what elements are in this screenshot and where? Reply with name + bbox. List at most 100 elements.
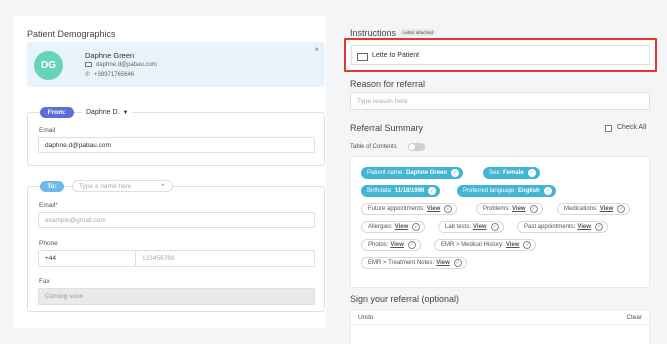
mail-icon	[85, 62, 92, 67]
letter-attachment[interactable]: Lette to Patient	[351, 45, 650, 65]
chip-label: EMR > Medical History:	[441, 242, 504, 248]
check-icon: ✓	[428, 187, 437, 195]
to-email-placeholder: example@gmail.com	[45, 216, 106, 224]
chip-label: Problems:	[483, 206, 511, 212]
chip-preferred-language[interactable]: Preferred language: English ✓	[457, 185, 556, 197]
from-user-value: Daphne D.	[86, 109, 120, 116]
chip-label: Photos:	[368, 242, 389, 248]
chip-lab-tests[interactable]: Lab tests: View ✓	[438, 221, 504, 233]
section-title-patient-demographics: Patient Demographics	[27, 29, 116, 39]
check-icon: ✓	[407, 241, 416, 249]
patient-email: daphne.d@pabau.com	[96, 62, 157, 69]
close-icon[interactable]: ×	[314, 45, 319, 54]
summary-chips-box: Patient name: Daphne Green ✓ Sex: Female ✓ B…	[350, 156, 650, 288]
patient-email-row: daphne.d@pabau.com	[85, 62, 157, 68]
to-email-label: Email*	[39, 202, 58, 209]
chip-label: Birthdate:	[367, 188, 393, 194]
chip-label: Future appointments:	[368, 206, 425, 212]
check-all-label: Check All	[617, 124, 647, 131]
to-fax-label: Fax	[39, 278, 50, 285]
to-email-input[interactable]: example@gmail.com	[38, 212, 315, 228]
chip-value: View	[426, 206, 441, 212]
chip-value: View	[505, 242, 520, 248]
avatar: DG	[34, 51, 63, 80]
check-icon: ✓	[490, 223, 499, 231]
chip-value: View	[436, 260, 450, 266]
patient-demographics-panel: Patient Demographics DG Daphne Green dap…	[13, 16, 326, 328]
signature-pad[interactable]: Undo Clear	[350, 309, 650, 344]
chip-label: Allergies:	[368, 224, 393, 230]
patient-phone-row: ✆ +38971765646	[85, 71, 134, 78]
chip-label: Sex:	[489, 170, 502, 176]
chip-future-appointments[interactable]: Future appointments: View ✓	[361, 203, 458, 215]
chip-value: View	[390, 242, 404, 248]
clear-button[interactable]: Clear	[626, 314, 642, 321]
chip-allergies[interactable]: Allergies: View ✓	[361, 221, 426, 233]
chip-label: Lab tests:	[445, 224, 472, 230]
check-icon: ✓	[594, 223, 603, 231]
chip-value: Female	[503, 170, 524, 176]
chip-value: View	[394, 224, 409, 230]
chip-label: Patient name:	[367, 170, 405, 176]
letter-label: Lette to Patient	[372, 51, 420, 59]
to-name-placeholder: Type a name here	[79, 182, 132, 190]
chevron-down-icon: ▼	[122, 109, 129, 116]
chip-value: English	[518, 188, 540, 194]
chip-sex[interactable]: Sex: Female ✓	[483, 167, 540, 179]
check-icon: ✓	[529, 205, 538, 213]
check-icon: ✓	[543, 187, 552, 195]
chip-value: 11/18/1996	[394, 188, 425, 194]
required-mark: *	[161, 182, 164, 190]
toc-toggle[interactable]	[408, 143, 425, 151]
to-box: To: Type a name here * Email* example@gm…	[27, 180, 325, 312]
check-icon: ✓	[617, 205, 626, 213]
chip-past-appointments[interactable]: Past appointments: View ✓	[517, 221, 608, 233]
to-tag: To:	[40, 181, 64, 192]
letter-highlight: Lette to Patient	[344, 38, 657, 72]
chip-value: View	[577, 224, 591, 230]
section-title-referral-summary: Referral Summary	[350, 123, 424, 133]
section-title-instructions: Instructions	[350, 28, 397, 38]
check-icon: ✓	[444, 205, 453, 213]
chip-birthdate[interactable]: Birthdate: 11/18/1996 ✓	[361, 185, 441, 197]
signature-toolbar: Undo Clear	[351, 310, 649, 325]
section-title-reason: Reason for referral	[350, 79, 426, 89]
patient-name: Daphne Green	[85, 51, 135, 60]
chip-problems[interactable]: Problems: View ✓	[476, 203, 543, 215]
required-mark: *	[55, 202, 58, 209]
chip-emr-medical-history[interactable]: EMR > Medical History: View ✓	[434, 239, 537, 251]
from-email-label: Email	[39, 127, 56, 134]
letter-attached-badge: Letter attached	[400, 29, 437, 36]
phone-number-placeholder: 123456789	[142, 255, 175, 262]
to-name-input[interactable]: Type a name here *	[72, 180, 173, 192]
check-icon: ✓	[412, 223, 421, 231]
chip-value: View	[512, 206, 526, 212]
undo-button[interactable]: Undo	[358, 314, 374, 321]
chip-emr-treatment-notes[interactable]: EMR > Treatment Notes: View ✓	[361, 257, 467, 269]
chip-value: View	[599, 206, 614, 212]
check-icon: ✓	[453, 259, 462, 267]
to-email-label-text: Email	[39, 202, 56, 209]
chip-medications[interactable]: Medications: View ✓	[557, 203, 631, 215]
check-icon: ✓	[527, 169, 536, 177]
chip-photos[interactable]: Photos: View ✓	[361, 239, 421, 251]
chip-value: View	[473, 224, 487, 230]
chip-patient-name[interactable]: Patient name: Daphne Green ✓	[361, 167, 464, 179]
from-tag: From:	[40, 107, 74, 118]
phone-code-input[interactable]: +44	[38, 250, 136, 267]
chip-value: Daphne Green	[406, 170, 448, 176]
patient-phone: +38971765646	[94, 72, 135, 78]
phone-icon: ✆	[85, 72, 91, 78]
chip-label: EMR > Treatment Notes:	[368, 260, 435, 266]
phone-number-input[interactable]: 123456789	[135, 250, 315, 267]
to-phone-label: Phone	[39, 240, 58, 247]
from-user-select[interactable]: Daphne D. ▼	[82, 107, 133, 118]
reason-input[interactable]: Type reason here	[350, 92, 650, 110]
check-all-checkbox[interactable]	[605, 125, 612, 132]
from-box: From: Daphne D. ▼ Email daphne.d@pabau.c…	[27, 107, 325, 166]
from-email-input[interactable]: daphne.d@pabau.com	[38, 137, 315, 153]
referral-panel: Instructions Letter attached Lette to Pa…	[340, 16, 660, 344]
reason-placeholder: Type reason here	[357, 97, 408, 105]
document-icon	[357, 53, 368, 61]
check-icon: ✓	[523, 241, 532, 249]
